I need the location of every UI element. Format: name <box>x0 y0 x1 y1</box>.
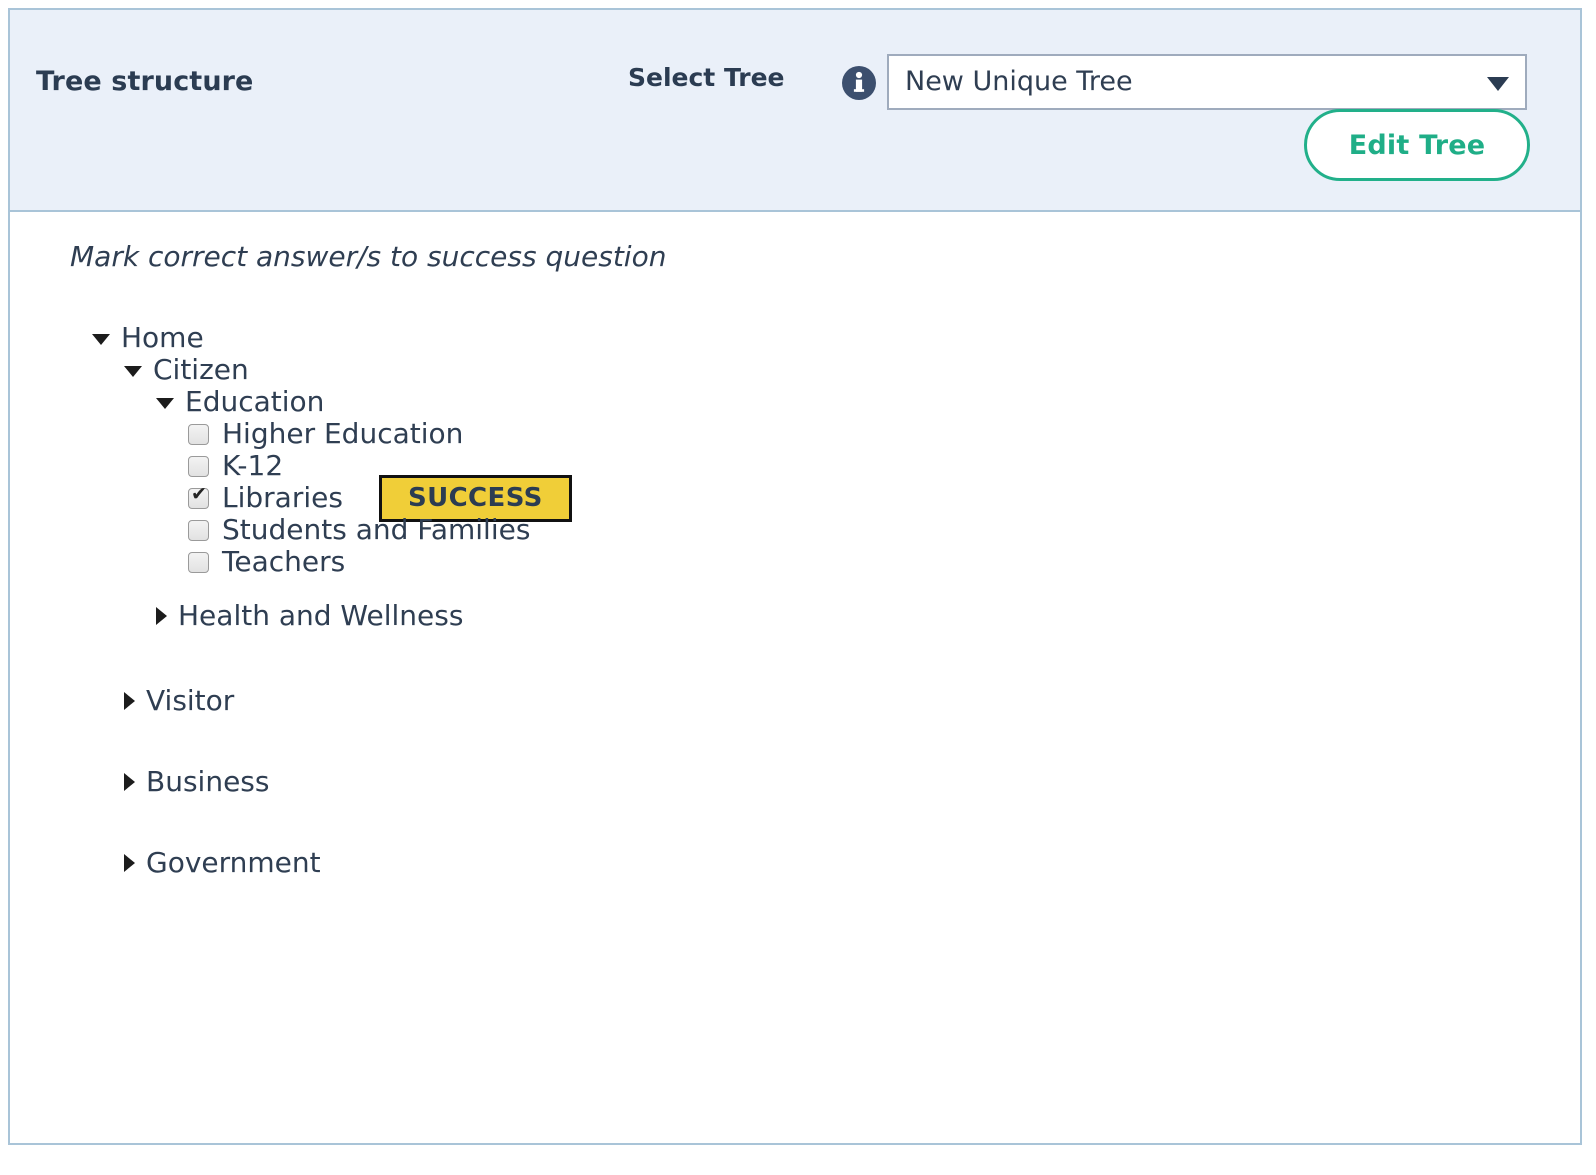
tree-node-label: Higher Education <box>222 417 464 450</box>
checkbox-students-and-families[interactable] <box>188 519 209 541</box>
edit-tree-button[interactable]: Edit Tree <box>1304 109 1530 181</box>
triangle-down-icon[interactable] <box>92 334 110 345</box>
tree-node-label: Government <box>146 846 321 879</box>
panel-header: Tree structure Select Tree New Unique Tr… <box>10 10 1580 212</box>
tree-node-label: Libraries <box>222 481 343 514</box>
tree-node-label: Health and Wellness <box>178 599 464 632</box>
tree-node-education[interactable]: Education <box>10 386 1580 418</box>
info-icon[interactable] <box>842 66 876 100</box>
checkbox-higher-education[interactable] <box>188 423 209 445</box>
tree-select-value: New Unique Tree <box>905 66 1133 97</box>
triangle-right-icon[interactable] <box>156 607 167 625</box>
chevron-down-icon <box>1487 77 1509 91</box>
tree-node-label: Education <box>185 385 325 418</box>
tree-node-label: Students and Families <box>222 513 531 546</box>
tree-node-k-12[interactable]: K-12 <box>10 450 1580 482</box>
tree-node-visitor[interactable]: Visitor <box>10 685 1580 717</box>
tree-node-business[interactable]: Business <box>10 766 1580 798</box>
tree-node-teachers[interactable]: Teachers <box>10 546 1580 578</box>
tree-select-dropdown[interactable]: New Unique Tree <box>887 54 1527 110</box>
tree-node-citizen[interactable]: Citizen <box>10 354 1580 386</box>
triangle-right-icon[interactable] <box>124 773 135 791</box>
tree-node-higher-education[interactable]: Higher Education <box>10 418 1580 450</box>
tree-node-label: Visitor <box>146 684 235 717</box>
tree-view: Home Citizen Education Higher Education K-12… <box>10 322 1580 879</box>
triangle-down-icon[interactable] <box>124 366 142 377</box>
triangle-right-icon[interactable] <box>124 692 135 710</box>
tree-node-government[interactable]: Government <box>10 847 1580 879</box>
triangle-right-icon[interactable] <box>124 854 135 872</box>
panel-body: Mark correct answer/s to success questio… <box>10 212 1580 1143</box>
tree-node-label: Teachers <box>222 545 346 578</box>
tree-node-libraries[interactable]: LibrariesSUCCESS <box>10 474 1580 522</box>
triangle-down-icon[interactable] <box>156 398 174 409</box>
checkbox-teachers[interactable] <box>188 551 209 573</box>
tree-node-label: Citizen <box>153 353 249 386</box>
select-tree-label: Select Tree <box>628 63 785 92</box>
tree-node-health-and-wellness[interactable]: Health and Wellness <box>10 600 1580 632</box>
instruction-text: Mark correct answer/s to success questio… <box>70 240 667 273</box>
page-title: Tree structure <box>36 66 254 97</box>
checkbox-k-12[interactable] <box>188 455 209 477</box>
tree-node-home[interactable]: Home <box>10 322 1580 354</box>
tree-node-label: K-12 <box>222 449 284 482</box>
checkbox-libraries[interactable] <box>188 484 209 509</box>
tree-node-students-and-families[interactable]: Students and Families <box>10 514 1580 546</box>
tree-node-label: Business <box>146 765 270 798</box>
tree-node-label: Home <box>121 321 204 354</box>
tree-structure-panel: Tree structure Select Tree New Unique Tr… <box>8 8 1582 1145</box>
